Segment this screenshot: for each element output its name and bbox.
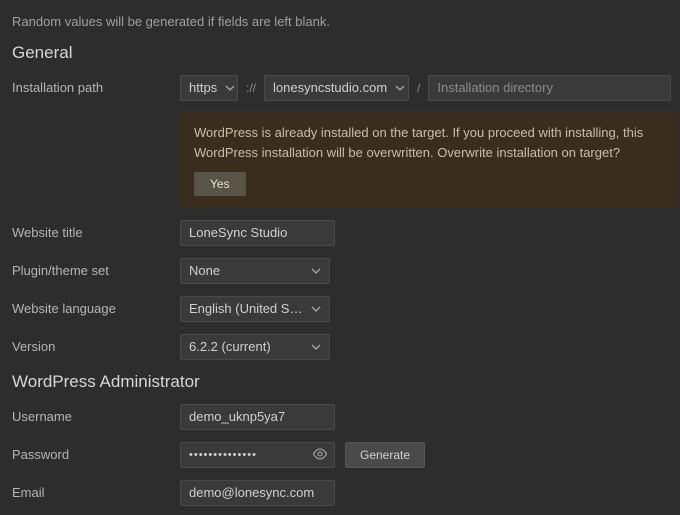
section-wordpress-administrator: WordPress Administrator [12,372,668,392]
chevron-down-icon [311,304,321,314]
overwrite-warning-text: WordPress is already installed on the ta… [194,123,661,162]
section-general: General [12,43,668,63]
protocol-select[interactable]: https [180,75,238,101]
version-value: 6.2.2 (current) [189,334,271,360]
protocol-value: https [189,75,217,101]
website-language-label: Website language [12,296,180,316]
password-value: •••••••••••••• [181,449,312,461]
eye-icon[interactable] [312,448,328,463]
email-input[interactable]: demo@lonesync.com [180,480,335,506]
chevron-down-icon [311,266,321,276]
password-input[interactable]: •••••••••••••• [180,442,335,468]
row-plugin-theme-set: Plugin/theme set None [12,258,668,284]
domain-select[interactable]: lonesyncstudio.com [264,75,409,101]
email-label: Email [12,480,180,500]
domain-value: lonesyncstudio.com [273,75,387,101]
row-username: Username demo_uknp5ya7 [12,404,668,430]
row-website-language: Website language English (United States) [12,296,668,322]
installation-path-label: Installation path [12,75,180,95]
generate-password-button[interactable]: Generate [345,442,425,468]
overwrite-warning: WordPress is already installed on the ta… [180,111,675,208]
website-title-label: Website title [12,220,180,240]
row-version: Version 6.2.2 (current) [12,334,668,360]
plugin-theme-set-value: None [189,258,220,284]
blank-fields-hint: Random values will be generated if field… [12,14,668,29]
plugin-theme-set-label: Plugin/theme set [12,258,180,278]
row-installation-path: Installation path https :// lonesyncstud… [12,75,668,208]
plugin-theme-set-select[interactable]: None [180,258,330,284]
chevron-down-icon [395,83,405,93]
username-label: Username [12,404,180,424]
website-language-value: English (United States) [189,296,303,322]
website-language-select[interactable]: English (United States) [180,296,330,322]
password-label: Password [12,442,180,462]
row-email: Email demo@lonesync.com [12,480,668,506]
chevron-down-icon [311,342,321,352]
url-separator-path: / [415,81,422,95]
overwrite-yes-button[interactable]: Yes [194,172,246,196]
username-input[interactable]: demo_uknp5ya7 [180,404,335,430]
version-label: Version [12,334,180,354]
version-select[interactable]: 6.2.2 (current) [180,334,330,360]
website-title-input[interactable]: LoneSync Studio [180,220,335,246]
installation-directory-input[interactable]: Installation directory [428,75,671,101]
url-separator-protocol: :// [244,81,258,95]
row-password: Password •••••••••••••• Generate [12,442,668,468]
install-wordpress-form: Random values will be generated if field… [0,0,680,515]
chevron-down-icon [225,83,235,93]
row-website-title: Website title LoneSync Studio [12,220,668,246]
